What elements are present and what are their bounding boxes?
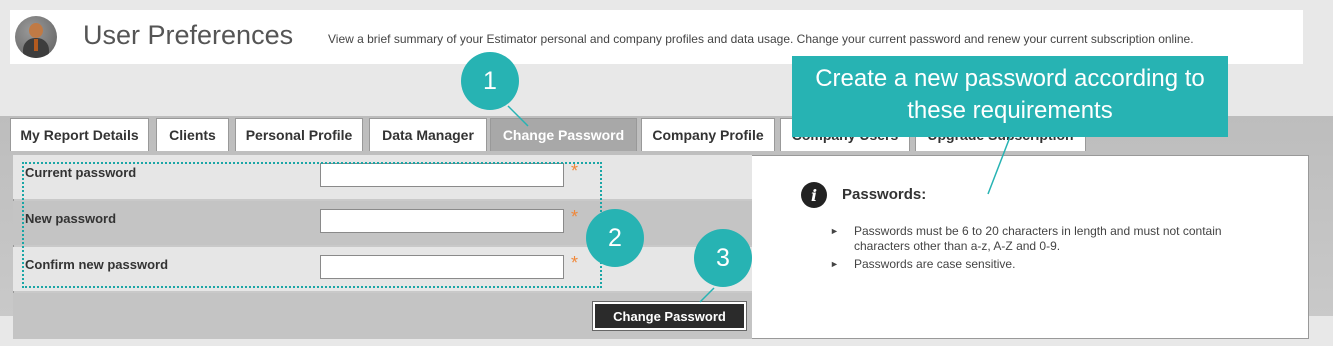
- callout-lines: [507, 105, 1011, 303]
- callout-1: 1: [461, 52, 519, 110]
- callout-3: 3: [694, 229, 752, 287]
- callout-2: 2: [586, 209, 644, 267]
- requirements-banner: Create a new password according to these…: [792, 56, 1228, 137]
